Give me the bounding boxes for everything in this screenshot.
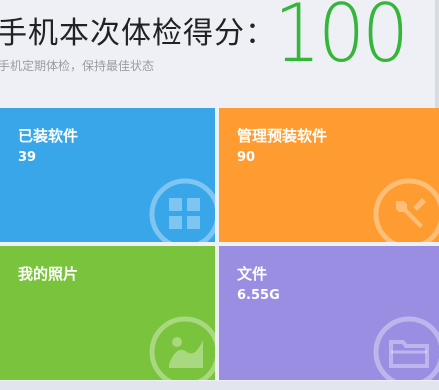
phone-checkup-panel: 手机本次体检得分： 手机定期体检，保持最佳状态 100 已装软件 39 管理预装… — [0, 0, 439, 390]
tile-manage-preinstalled[interactable]: 管理预装软件 90 — [219, 108, 439, 242]
tile-count: 39 — [18, 150, 37, 165]
tile-installed-apps[interactable]: 已装软件 39 — [0, 108, 215, 242]
photo-icon — [149, 316, 215, 380]
tile-label: 我的照片 — [18, 265, 79, 283]
tile-label: 已装软件 — [18, 127, 79, 145]
tile-label: 文件 — [237, 265, 268, 283]
wrench-icon — [373, 178, 439, 242]
tile-my-photos[interactable]: 我的照片 — [0, 246, 215, 380]
apps-grid-icon — [149, 178, 215, 242]
score-hint: 手机定期体检，保持最佳状态 — [0, 59, 155, 73]
folder-icon — [373, 316, 439, 380]
tile-count: 90 — [237, 150, 256, 165]
score-value: 100 — [274, 0, 409, 80]
bottom-strip — [0, 381, 439, 390]
scroll-edge — [435, 0, 439, 108]
score-title: 手机本次体检得分： — [0, 16, 276, 51]
tile-label: 管理预装软件 — [237, 127, 328, 145]
tile-files[interactable]: 文件 6.55G — [219, 246, 439, 380]
tile-count: 6.55G — [237, 288, 280, 303]
